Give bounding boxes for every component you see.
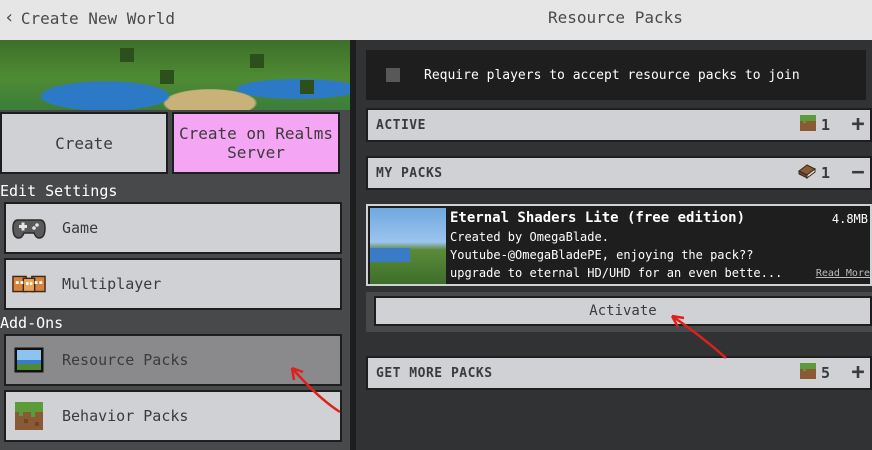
activate-button[interactable]: Activate bbox=[374, 296, 872, 326]
pack-count: 1 bbox=[820, 164, 830, 182]
my-packs-section-header[interactable]: MY PACKS 1 − bbox=[366, 156, 872, 190]
controller-icon bbox=[12, 213, 46, 243]
create-on-realms-button[interactable]: Create on Realms Server bbox=[172, 112, 340, 174]
require-packs-setting: Require players to accept resource packs… bbox=[366, 50, 866, 100]
section-label: GET MORE PACKS bbox=[376, 365, 493, 381]
left-panel: Create Create on Realms Server Edit Sett… bbox=[0, 40, 350, 450]
top-bar: ‹ Create New World Resource Packs bbox=[0, 0, 872, 40]
read-more-link[interactable]: Read More bbox=[816, 268, 870, 279]
grass-block-icon bbox=[799, 115, 816, 135]
right-panel: Require players to accept resource packs… bbox=[356, 40, 872, 450]
book-icon bbox=[798, 163, 816, 183]
pack-description-line: Created by OmegaBlade. bbox=[450, 230, 609, 244]
multiplayer-icon bbox=[12, 269, 46, 299]
grass-block-icon bbox=[12, 401, 46, 431]
collapse-icon[interactable]: − bbox=[850, 162, 866, 184]
pack-description: Created by OmegaBlade. Youtube-@OmegaBla… bbox=[450, 228, 790, 282]
get-more-packs-section-header[interactable]: GET MORE PACKS 5 + bbox=[366, 356, 872, 390]
back-label: Create New World bbox=[20, 8, 175, 28]
chevron-left-icon: ‹ bbox=[4, 7, 15, 28]
back-button[interactable]: ‹ Create New World bbox=[4, 8, 175, 28]
pack-count: 5 bbox=[820, 364, 830, 382]
expand-icon[interactable]: + bbox=[850, 362, 866, 384]
edit-settings-label: Edit Settings bbox=[0, 182, 118, 200]
menu-item-game[interactable]: Game bbox=[4, 202, 342, 254]
menu-item-multiplayer[interactable]: Multiplayer bbox=[4, 258, 342, 310]
resource-pack-icon bbox=[12, 345, 46, 375]
create-button[interactable]: Create bbox=[0, 112, 168, 174]
section-label: ACTIVE bbox=[376, 117, 426, 133]
expand-icon[interactable]: + bbox=[850, 114, 866, 136]
menu-item-label: Resource Packs bbox=[62, 351, 189, 369]
menu-item-resource-packs[interactable]: Resource Packs bbox=[4, 334, 342, 386]
page-title: Resource Packs bbox=[548, 8, 683, 27]
pack-size: 4.8MB bbox=[831, 212, 868, 226]
pack-description-line: Youtube-@OmegaBladePE, enjoying the pack… bbox=[450, 248, 754, 262]
section-label: MY PACKS bbox=[376, 165, 443, 181]
menu-item-label: Behavior Packs bbox=[62, 407, 189, 425]
require-packs-checkbox[interactable] bbox=[386, 68, 400, 82]
addons-label: Add-Ons bbox=[0, 314, 64, 332]
menu-item-behavior-packs[interactable]: Behavior Packs bbox=[4, 390, 342, 442]
pack-description-line: upgrade to eternal HD/UHD for an even be… bbox=[450, 266, 783, 280]
menu-item-label: Game bbox=[62, 219, 99, 237]
pack-count: 1 bbox=[820, 116, 830, 134]
grass-block-icon bbox=[799, 363, 816, 383]
require-packs-label: Require players to accept resource packs… bbox=[424, 67, 800, 83]
pack-thumbnail bbox=[370, 208, 446, 284]
pack-title: Eternal Shaders Lite (free edition) bbox=[450, 210, 746, 226]
world-preview-image bbox=[0, 40, 350, 110]
pack-card[interactable]: Eternal Shaders Lite (free edition) 4.8M… bbox=[366, 204, 872, 286]
active-section-header[interactable]: ACTIVE 1 + bbox=[366, 108, 872, 142]
menu-item-label: Multiplayer bbox=[62, 275, 162, 293]
